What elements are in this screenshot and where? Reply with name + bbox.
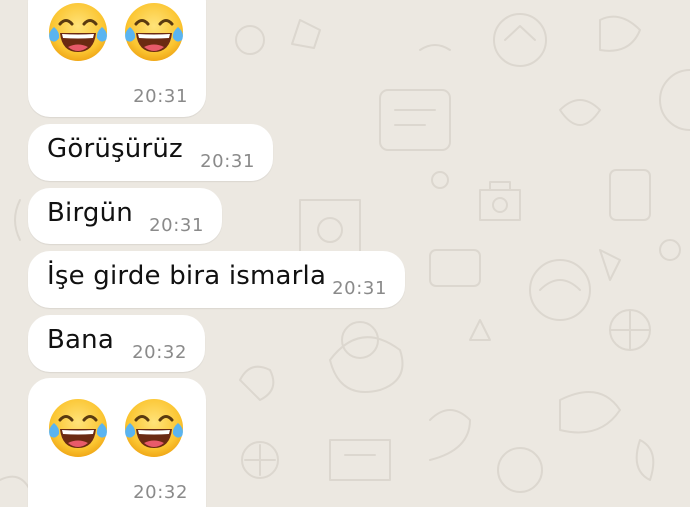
face-with-tears-of-joy-icon	[122, 0, 186, 64]
message-bubble[interactable]: İşe girde bira ismarla 20:31	[28, 251, 405, 308]
message-bubble[interactable]: Bana 20:32	[28, 315, 205, 372]
message-text: Birgün	[47, 198, 133, 228]
message-bubble-emoji[interactable]: 20:32	[28, 378, 206, 507]
emoji-row	[46, 396, 186, 460]
message-timestamp: 20:31	[332, 278, 387, 299]
message-bubble[interactable]: Görüşürüz 20:31	[28, 124, 273, 181]
message-timestamp: 20:31	[149, 215, 204, 236]
message-timestamp: 20:31	[133, 86, 188, 107]
face-with-tears-of-joy-icon	[46, 396, 110, 460]
message-timestamp: 20:32	[132, 342, 187, 363]
face-with-tears-of-joy-icon	[122, 396, 186, 460]
message-bubble-emoji[interactable]: 20:31	[28, 0, 206, 117]
message-bubble[interactable]: Birgün 20:31	[28, 188, 222, 244]
message-timestamp: 20:31	[200, 151, 255, 172]
message-text: Görüşürüz	[47, 134, 183, 164]
emoji-row	[46, 0, 186, 64]
message-timestamp: 20:32	[133, 482, 188, 503]
message-text: Bana	[47, 325, 114, 355]
message-text: İşe girde bira ismarla	[47, 261, 327, 291]
face-with-tears-of-joy-icon	[46, 0, 110, 64]
